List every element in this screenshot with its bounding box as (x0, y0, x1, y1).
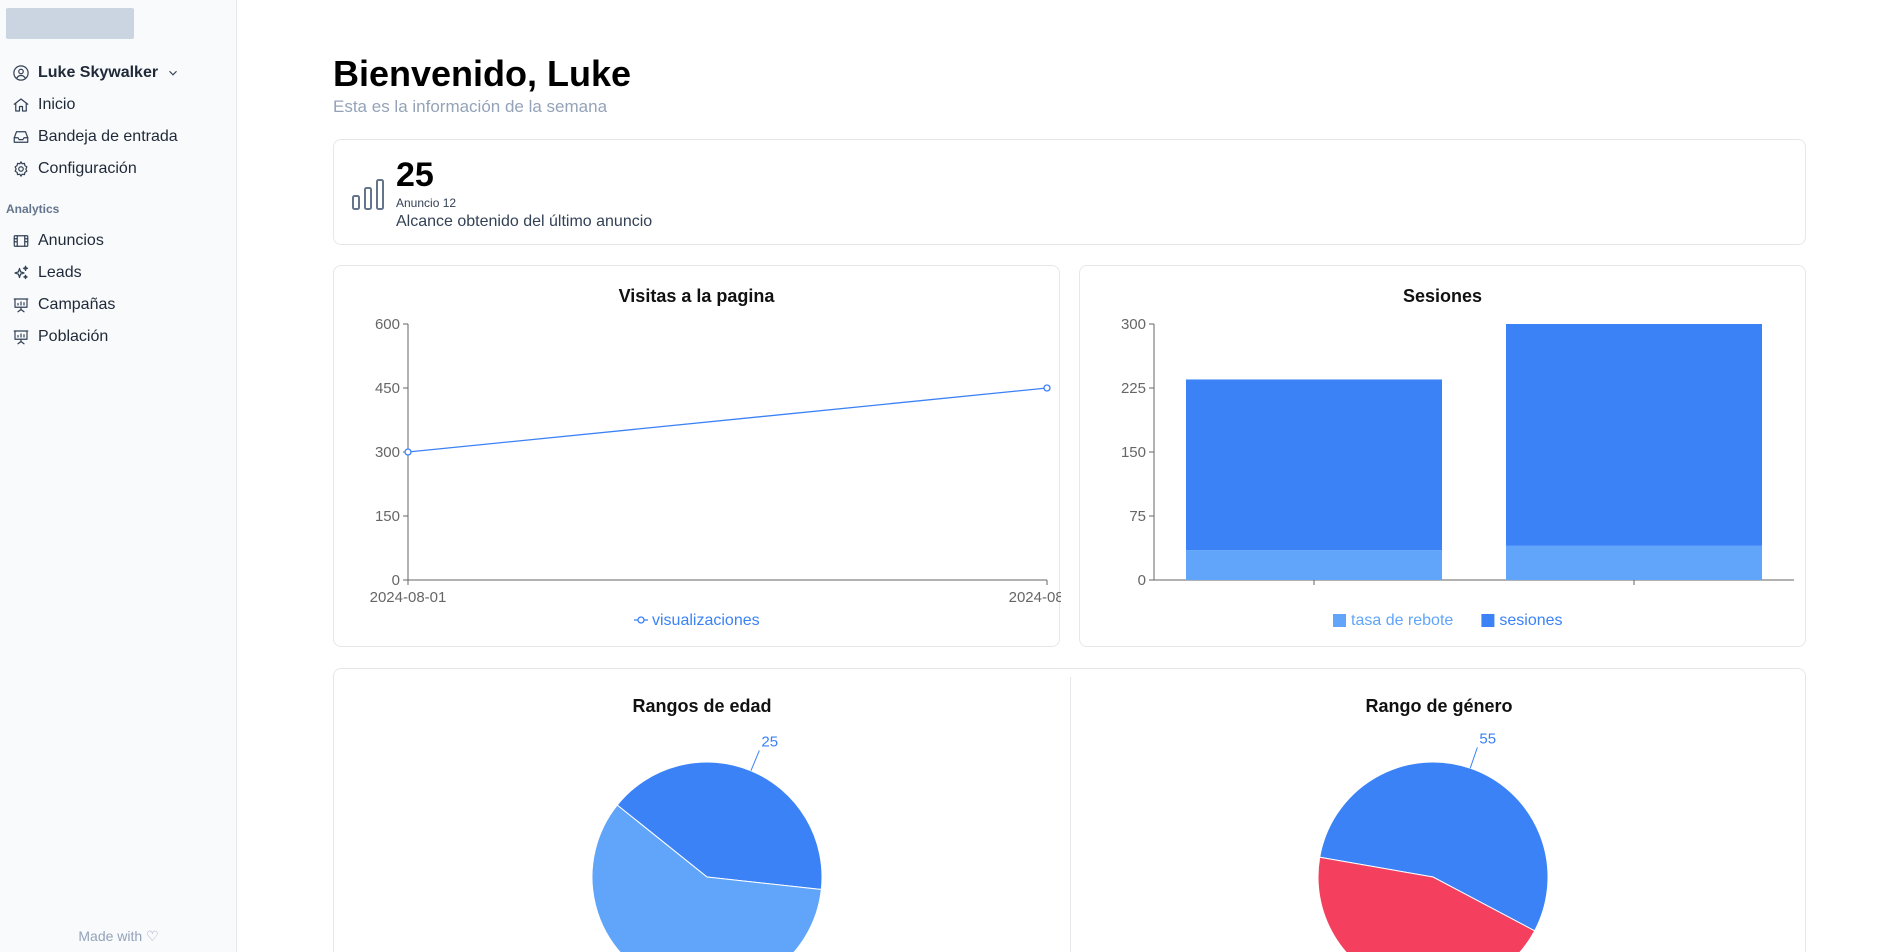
bar-segment (1186, 550, 1442, 580)
stat-card: 25 Anuncio 12 Alcance obtenido del últim… (333, 139, 1806, 245)
sidebar-nav: Luke Skywalker Inicio Bandeja de entrada… (0, 57, 237, 185)
line-chart: 0 150 300 450 600 2024-08-01 2024-08-02 visuali… (370, 316, 1061, 629)
sessions-chart-card: Sesiones 0 75 150 225 300 tasa de rebote sesio… (1079, 265, 1806, 647)
bar-segment (1506, 545, 1762, 580)
legend-swatch (1333, 614, 1346, 627)
legend-label: visualizaciones (652, 612, 760, 629)
x-tick-label: 2024-08-01 (370, 589, 447, 606)
sidebar-item-label: Leads (38, 264, 82, 281)
series-line (407, 387, 1048, 453)
sidebar: Luke Skywalker Inicio Bandeja de entrada… (0, 0, 237, 952)
user-menu[interactable]: Luke Skywalker (0, 57, 237, 89)
bar-chart: 0 75 150 225 300 tasa de rebote sesiones (1121, 316, 1794, 629)
sparkles-icon (12, 264, 30, 282)
sidebar-item-label: Población (38, 328, 109, 345)
legend-swatch (1481, 614, 1495, 627)
logo (6, 8, 134, 39)
chevron-down-icon[interactable] (166, 66, 180, 80)
y-tick-label: 300 (1121, 316, 1146, 333)
pie-value-label: 55 (1479, 730, 1496, 747)
data-point (404, 448, 412, 456)
y-tick-label: 600 (375, 316, 400, 333)
sidebar-item-anuncios[interactable]: Anuncios (0, 225, 237, 257)
pie-label-line (750, 750, 760, 771)
sidebar-item-inicio[interactable]: Inicio (0, 89, 237, 121)
sidebar-item-label: Anuncios (38, 232, 104, 249)
presentation-chart-icon (12, 296, 30, 314)
pie-value-label: 25 (761, 733, 778, 750)
film-icon (12, 232, 30, 250)
x-tick-label: 2024-08-02 (1009, 589, 1061, 606)
bar-chart-icon (350, 176, 386, 212)
legend-marker (637, 616, 645, 624)
pie-charts-card: Rangos de edad Rango de género 25 55 (333, 668, 1806, 952)
y-tick-label: 450 (375, 380, 400, 397)
analytics-nav: Anuncios Leads Campañas Población (0, 225, 237, 353)
sidebar-item-bandeja[interactable]: Bandeja de entrada (0, 121, 237, 153)
bar-segment (1186, 379, 1442, 551)
data-point (1043, 384, 1051, 392)
sidebar-item-label: Inicio (38, 96, 76, 113)
sidebar-item-campanas[interactable]: Campañas (0, 289, 237, 321)
y-tick-label: 300 (375, 444, 400, 461)
y-tick-label: 150 (375, 508, 400, 525)
section-label-analytics: Analytics (6, 202, 60, 216)
visits-chart-card: Visitas a la pagina 0 150 300 450 600 2024-08… (333, 265, 1061, 647)
y-tick-label: 0 (1138, 572, 1146, 589)
stat-description: Alcance obtenido del último anuncio (396, 213, 653, 230)
inbox-icon (12, 128, 30, 146)
user-circle-icon (12, 64, 30, 82)
pie-charts: 25 55 (591, 730, 1549, 952)
user-name: Luke Skywalker (38, 64, 159, 81)
sidebar-item-label: Configuración (38, 160, 137, 177)
presentation-chart-icon (12, 328, 30, 346)
gear-icon (12, 160, 30, 178)
sidebar-item-leads[interactable]: Leads (0, 257, 237, 289)
legend-label: tasa de rebote (1351, 612, 1453, 629)
sidebar-item-configuracion[interactable]: Configuración (0, 153, 237, 185)
legend-label: sesiones (1499, 612, 1562, 629)
stat-value: 25 (396, 156, 434, 194)
y-tick-label: 150 (1121, 444, 1146, 461)
pie-label-line (1469, 747, 1478, 769)
sidebar-item-poblacion[interactable]: Población (0, 321, 237, 353)
y-tick-label: 75 (1129, 508, 1146, 525)
stat-sub: Anuncio 12 (396, 196, 457, 210)
sidebar-item-label: Campañas (38, 296, 116, 313)
bar-segment (1506, 324, 1762, 546)
home-icon (12, 96, 30, 114)
sidebar-item-label: Bandeja de entrada (38, 128, 178, 145)
page-subtitle: Esta es la información de la semana (333, 97, 608, 116)
y-tick-label: 0 (392, 572, 400, 589)
made-with-footer: Made with ♡ (78, 928, 159, 944)
y-tick-label: 225 (1121, 380, 1146, 397)
page-title: Bienvenido, Luke (333, 53, 632, 94)
